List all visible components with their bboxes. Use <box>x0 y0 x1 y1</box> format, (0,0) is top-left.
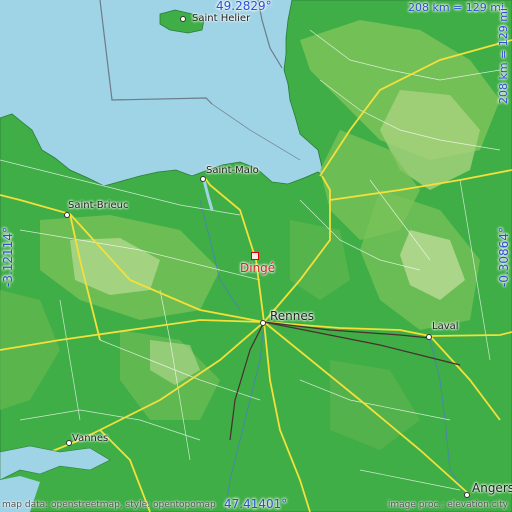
scale-horizontal: 208 km = 129 mi <box>408 1 505 14</box>
scale-vertical: 208 km = 129 mi <box>497 7 510 104</box>
coord-left: -3.12114° <box>1 227 15 287</box>
place-label-saint-helier: Saint Helier <box>192 13 251 24</box>
saint-malo-dot <box>200 176 206 182</box>
place-label-saint-brieuc: Saint-Brieuc <box>68 200 129 211</box>
place-label-angers: Angers <box>472 481 512 495</box>
location-label: Dingé <box>240 261 276 275</box>
coord-right: -0.30864° <box>497 227 511 287</box>
saint-helier-dot <box>180 16 186 22</box>
location-marker[interactable] <box>251 252 259 260</box>
coord-top: 49.2829° <box>216 0 272 13</box>
rennes-dot <box>260 320 266 326</box>
coord-bottom: 47.41401° <box>224 497 288 511</box>
place-label-rennes: Rennes <box>270 309 315 323</box>
laval-dot <box>426 334 432 340</box>
place-label-laval: Laval <box>432 321 459 332</box>
angers-dot <box>464 492 470 498</box>
place-label-vannes: Vannes <box>72 433 109 444</box>
place-label-saint-malo: Saint-Malo <box>206 165 259 176</box>
saint-brieuc-dot <box>64 212 70 218</box>
credit-image-proc[interactable]: image proc.: elevation.city <box>388 500 508 510</box>
topographic-map[interactable]: Saint Helier Saint-Malo Saint-Brieuc Ren… <box>0 0 512 512</box>
credit-map-data[interactable]: map data: openstreetmap, style: opentopo… <box>2 500 216 510</box>
